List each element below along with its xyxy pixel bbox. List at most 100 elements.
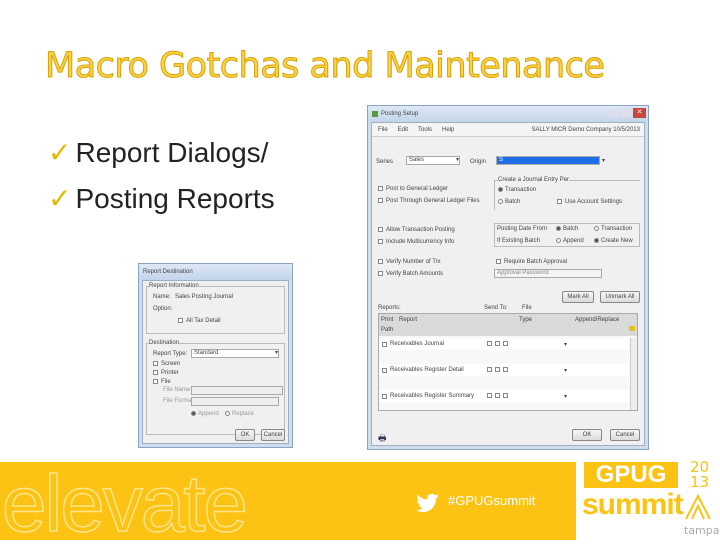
check-icon: ✓: [48, 183, 72, 214]
cancel-button[interactable]: Cancel: [261, 429, 285, 441]
cancel-button[interactable]: Cancel: [610, 429, 640, 441]
posting-setup-window: Posting Setup ✕ File Edit Tools Help SAL…: [367, 105, 649, 450]
close-button[interactable]: ✕: [633, 108, 646, 118]
title-bar: Posting Setup ✕: [368, 106, 648, 122]
checkbox-post-gl[interactable]: Post to General Ledger: [378, 186, 448, 192]
printer-checkbox[interactable]: Printer: [153, 370, 179, 376]
elevate-brand: elevate: [1, 458, 248, 549]
send-to-label: Send To:: [484, 305, 508, 311]
checkbox-post-through-gl[interactable]: Post Through General Ledger Files: [378, 198, 480, 204]
chevron-down-icon: ▾: [274, 350, 278, 356]
file-checkbox[interactable]: File: [153, 379, 171, 385]
report-type-select[interactable]: Standard ▾: [191, 349, 279, 358]
option-checkbox[interactable]: All Tax Detail: [178, 318, 221, 324]
checkbox-label: Verify Batch Amounts: [386, 271, 444, 278]
radio-label: Append: [198, 411, 219, 418]
approval-password-input[interactable]: Approval Password: [494, 269, 602, 278]
checkbox-label: Include Multicurrency Info: [386, 239, 455, 246]
menu-file[interactable]: File: [378, 127, 388, 133]
select-value: Sales: [409, 157, 425, 163]
window-title: Posting Setup: [381, 111, 419, 117]
chevron-down-icon: ▾: [455, 157, 459, 163]
select-value: Standard: [194, 350, 219, 356]
origin-select[interactable]: S: [496, 156, 600, 165]
checkbox-label: Post Through General Ledger Files: [386, 198, 480, 205]
checkbox-require-approval[interactable]: Require Batch Approval: [496, 259, 567, 265]
ok-button[interactable]: OK: [572, 429, 602, 441]
maximize-button[interactable]: [622, 109, 632, 117]
checkbox-label: Screen: [161, 361, 181, 368]
ok-button[interactable]: OK: [235, 429, 255, 441]
column-header: Path: [381, 327, 394, 333]
chevron-down-icon[interactable]: ▾: [602, 157, 605, 164]
title-bar: Report Destination: [139, 264, 292, 280]
chevron-down-icon[interactable]: ▾: [564, 393, 567, 400]
radio-create-new[interactable]: Create New: [594, 238, 633, 244]
minimize-button[interactable]: [610, 109, 620, 117]
report-name: Receivables Register Detail: [390, 367, 464, 373]
chevron-down-icon[interactable]: ▾: [564, 367, 567, 374]
bullet-text: Posting Reports: [75, 183, 275, 214]
company-info: SALLY MICR Demo Company 10/5/2013: [531, 126, 640, 133]
table-row[interactable]: Receivables Register Summary ▾: [379, 390, 629, 402]
radio-label: Append: [563, 238, 584, 245]
file-name-input[interactable]: [191, 386, 283, 395]
append-radio[interactable]: Append: [191, 411, 219, 417]
checkbox-label: Allow Transaction Posting: [386, 227, 455, 234]
menu-help[interactable]: Help: [442, 127, 454, 133]
checkbox-label: File: [161, 379, 171, 386]
menu-tools[interactable]: Tools: [418, 127, 432, 133]
radio-label: Transaction: [601, 226, 633, 233]
radio-date-batch[interactable]: Batch: [556, 226, 578, 232]
bullet-item: ✓ Posting Reports: [48, 176, 275, 222]
option-label: Option:: [153, 306, 173, 312]
app-icon: [372, 111, 378, 117]
checkbox-use-account-settings[interactable]: Use Account Settings: [557, 199, 622, 205]
file-label: File: [522, 305, 532, 311]
radio-append[interactable]: Append: [556, 238, 584, 244]
check-icon: ✓: [48, 137, 72, 168]
print-icon[interactable]: 🖶: [378, 431, 387, 447]
series-select[interactable]: Sales ▾: [406, 156, 460, 165]
unmark-all-button[interactable]: Unmark All: [600, 291, 640, 303]
replace-radio[interactable]: Replace: [225, 411, 254, 417]
bullet-item: ✓ Report Dialogs/: [48, 130, 275, 176]
existing-batch-label: If Existing Batch: [497, 238, 541, 244]
screen-checkbox[interactable]: Screen: [153, 361, 180, 367]
table-row[interactable]: Receivables Journal ▾: [379, 338, 629, 350]
checkbox-label: Use Account Settings: [565, 199, 623, 206]
checkbox-label: Post to General Ledger: [386, 186, 449, 193]
checkbox-multicurrency[interactable]: Include Multicurrency Info: [378, 239, 454, 245]
mountain-icon: [685, 494, 711, 520]
checkbox-label: Printer: [161, 370, 179, 377]
chevron-down-icon[interactable]: ▾: [564, 341, 567, 348]
radio-transaction[interactable]: Transaction: [498, 187, 536, 193]
radio-label: Replace: [232, 411, 255, 418]
mark-all-button[interactable]: Mark All: [562, 291, 594, 303]
report-destination-window: Report Destination Report Information Na…: [138, 263, 293, 448]
name-value: Sales Posting Journal: [175, 294, 234, 300]
reports-label: Reports:: [378, 305, 401, 311]
posting-date-label: Posting Date From: [497, 226, 548, 232]
table-row[interactable]: Receivables Register Detail ▾: [379, 364, 629, 376]
radio-batch[interactable]: Batch: [498, 199, 520, 205]
report-name: Receivables Journal: [390, 341, 445, 347]
folder-icon[interactable]: [629, 326, 635, 331]
group-label: Report Information: [149, 283, 199, 289]
reports-grid: Print Report Type Append/Replace Path Re…: [378, 313, 638, 411]
column-header: Print: [381, 317, 394, 323]
select-value: S: [499, 157, 504, 163]
logo-summit: summit: [582, 488, 684, 521]
menu-edit[interactable]: Edit: [398, 127, 408, 133]
checkbox-verify-amounts[interactable]: Verify Batch Amounts: [378, 271, 443, 277]
gpug-summit-logo: GPUG summit 20 13 tampa: [576, 460, 720, 540]
report-type-label: Report Type:: [153, 351, 188, 357]
checkbox-allow-posting[interactable]: Allow Transaction Posting: [378, 227, 455, 233]
radio-label: Transaction: [505, 187, 537, 194]
group-label: Create a Journal Entry Per: [498, 177, 570, 183]
radio-date-transaction[interactable]: Transaction: [594, 226, 632, 232]
checkbox-verify-trx[interactable]: Verify Number of Trx: [378, 259, 441, 265]
file-format-select[interactable]: [191, 397, 279, 406]
hashtag: #GPUGsummit: [448, 493, 536, 508]
scrollbar[interactable]: [630, 338, 637, 410]
